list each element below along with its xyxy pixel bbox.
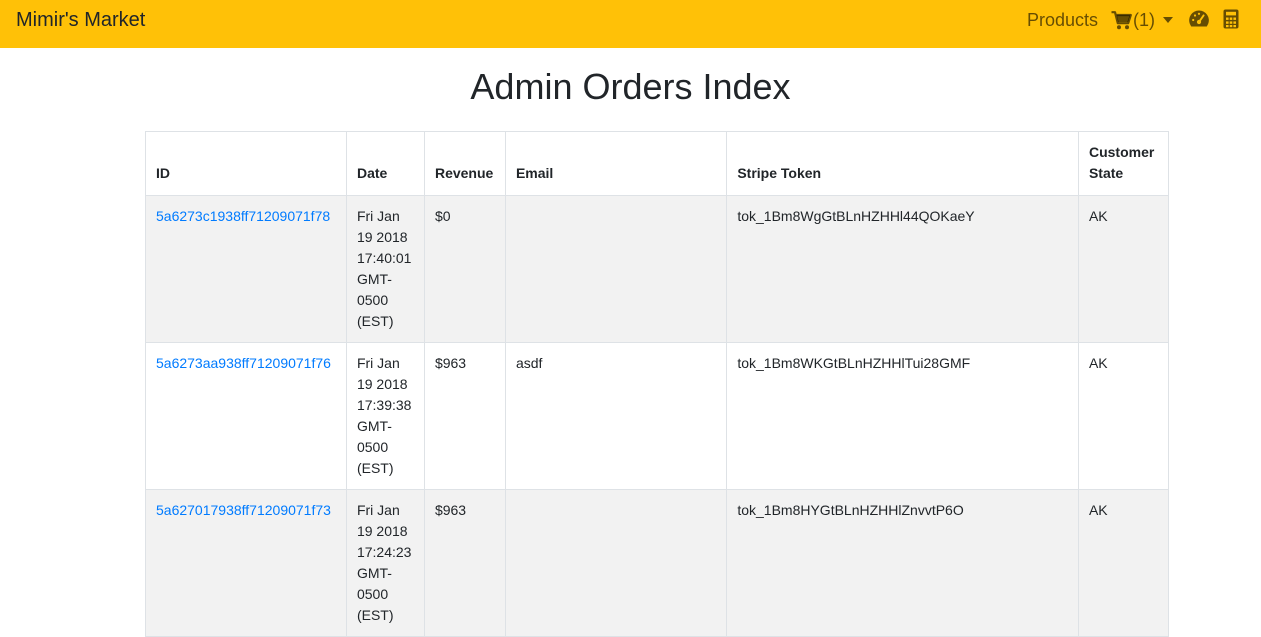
- calculator-icon[interactable]: [1223, 9, 1239, 34]
- header-id: ID: [145, 131, 347, 196]
- nav-products-link[interactable]: Products: [1027, 9, 1098, 31]
- order-date-cell: Fri Jan 19 2018 17:39:38 GMT-0500 (EST): [345, 342, 425, 490]
- order-date-cell: Fri Jan 19 2018 17:24:23 GMT-0500 (EST): [345, 489, 425, 637]
- header-stripe-token: Stripe Token: [726, 131, 1079, 196]
- shopping-cart-icon: [1111, 10, 1132, 30]
- order-revenue-cell: $963: [423, 489, 506, 637]
- order-customer-state-cell: AK: [1077, 195, 1170, 343]
- header-date: Date: [345, 131, 425, 196]
- table-row: 5a6273c1938ff71209071f78 Fri Jan 19 2018…: [145, 195, 1170, 343]
- header-revenue: Revenue: [423, 131, 506, 196]
- cart-count: (1): [1133, 10, 1155, 30]
- order-id-cell: 5a6273c1938ff71209071f78: [145, 195, 347, 343]
- order-stripe-token-cell: tok_1Bm8WgGtBLnHZHHl44QOKaeY: [726, 195, 1079, 343]
- orders-table: ID Date Revenue Email Stripe Token Custo…: [145, 131, 1170, 637]
- order-id-link[interactable]: 5a627017938ff71209071f73: [156, 502, 331, 518]
- order-customer-state-cell: AK: [1077, 489, 1170, 637]
- order-id-cell: 5a627017938ff71209071f73: [145, 489, 347, 637]
- orders-table-header: ID Date Revenue Email Stripe Token Custo…: [145, 131, 1170, 196]
- order-revenue-cell: $0: [423, 195, 506, 343]
- orders-table-body: 5a6273c1938ff71209071f78 Fri Jan 19 2018…: [145, 195, 1170, 637]
- order-customer-state-cell: AK: [1077, 342, 1170, 490]
- table-row: 5a627017938ff71209071f73 Fri Jan 19 2018…: [145, 489, 1170, 637]
- order-email-cell: [504, 489, 728, 637]
- brand-link[interactable]: Mimir's Market: [16, 8, 145, 32]
- order-revenue-cell: $963: [423, 342, 506, 490]
- header-customer-state: Customer State: [1077, 131, 1170, 196]
- header-row: ID Date Revenue Email Stripe Token Custo…: [145, 131, 1170, 196]
- dashboard-gauge-icon[interactable]: [1188, 9, 1210, 34]
- order-stripe-token-cell: tok_1Bm8WKGtBLnHZHHlTui28GMF: [726, 342, 1079, 490]
- top-navbar: Mimir's Market Products (1): [0, 0, 1261, 48]
- order-date-cell: Fri Jan 19 2018 17:40:01 GMT-0500 (EST): [345, 195, 425, 343]
- order-stripe-token-cell: tok_1Bm8HYGtBLnHZHHlZnvvtP6O: [726, 489, 1079, 637]
- table-row: 5a6273aa938ff71209071f76 Fri Jan 19 2018…: [145, 342, 1170, 490]
- order-id-link[interactable]: 5a6273aa938ff71209071f76: [156, 355, 331, 371]
- order-email-cell: asdf: [504, 342, 728, 490]
- order-email-cell: [504, 195, 728, 343]
- header-email: Email: [504, 131, 728, 196]
- page-title: Admin Orders Index: [470, 66, 791, 107]
- order-id-cell: 5a6273aa938ff71209071f76: [145, 342, 347, 490]
- dropdown-caret-icon: [1163, 17, 1173, 23]
- order-id-link[interactable]: 5a6273c1938ff71209071f78: [156, 208, 330, 224]
- cart-dropdown-toggle[interactable]: (1): [1111, 8, 1173, 32]
